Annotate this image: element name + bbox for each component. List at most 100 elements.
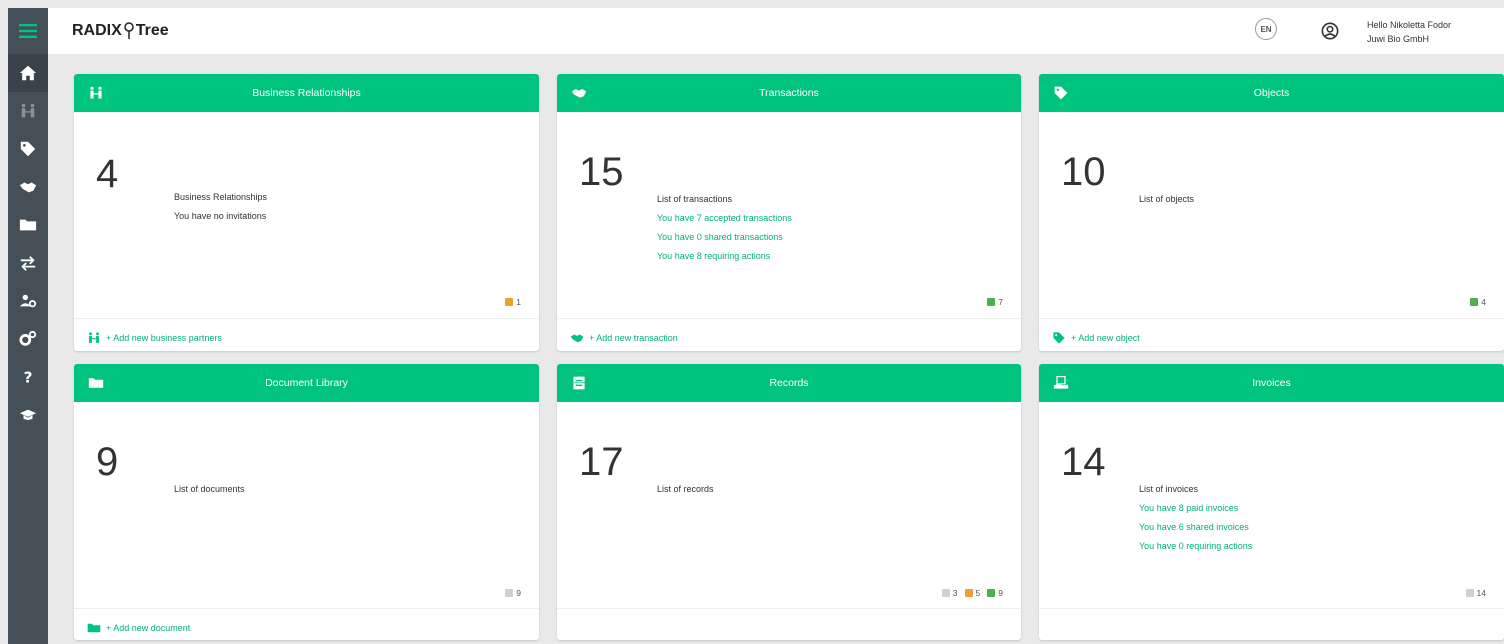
card-invoices: Invoices 14 List of invoices You have 8 … [1039,364,1504,640]
status-legend: 7 [987,297,1007,307]
card-info: List of invoices You have 8 paid invoice… [1139,480,1252,556]
folder-icon [19,219,37,231]
card-header[interactable]: Transactions [557,74,1021,112]
legend-swatch-green [1470,298,1479,306]
users-settings-icon [19,294,37,308]
invoice-hand-icon [1053,376,1069,389]
user-account-icon[interactable] [1321,22,1339,40]
card-title: Transactions [759,87,819,99]
info-line: List of objects [1139,194,1195,204]
footer-label: + Add new transaction [589,332,678,343]
legend-swatch-grey [1465,589,1474,597]
card-document-library: Document Library 9 List of documents 9 +… [74,364,539,640]
nav-settings[interactable] [8,320,48,358]
exchange-icon [20,256,36,271]
info-line: List of documents [174,484,245,494]
card-header[interactable]: Records [557,364,1021,402]
card-info: List of documents [174,480,245,499]
nav-exchange[interactable] [8,244,48,282]
status-legend: 9 [505,588,525,598]
count-value: 9 [96,440,119,484]
card-header[interactable]: Invoices [1039,364,1504,402]
legend-swatch-green [987,589,996,597]
status-legend: 14 [1465,588,1490,598]
logo-text-left: RADIX [72,22,122,39]
card-header[interactable]: Document Library [74,364,539,402]
count-value: 10 [1061,150,1106,194]
user-info[interactable]: Hello Nikoletta Fodor Juwi Bio GmbH [1367,18,1451,46]
pin-icon [124,22,134,39]
legend-value: 7 [998,297,1003,307]
card-title: Invoices [1252,377,1291,389]
paid-invoices-link[interactable]: You have 8 paid invoices [1139,499,1252,518]
legend-swatch-grey [505,589,514,597]
nav-transactions[interactable] [8,168,48,206]
footer-label: + Add new document [106,622,191,633]
card-title: Business Relationships [252,87,361,99]
business-relationships-icon [89,331,99,343]
app-logo[interactable]: RADIX Tree [72,22,169,40]
legend-swatch-orange [964,589,973,597]
handshake-icon [571,89,587,98]
card-records: Records 17 List of records 3 5 9 [557,364,1021,640]
count-value: 14 [1061,440,1106,484]
card-title: Objects [1253,87,1290,99]
legend-value: 3 [952,588,958,598]
add-object-link[interactable]: + Add new object [1039,318,1504,351]
card-header[interactable]: Business Relationships [74,74,539,112]
handshake-icon [19,182,37,193]
tags-icon [1053,331,1065,344]
nav-home[interactable] [8,54,48,92]
nav-help[interactable]: ? [8,358,48,396]
legend-swatch-grey [941,589,950,597]
card-footer-empty [557,608,1021,640]
add-business-partner-link[interactable]: + Add new business partners [74,318,539,351]
footer-label: + Add new business partners [106,332,222,343]
shared-invoices-link[interactable]: You have 6 shared invoices [1139,518,1252,537]
card-info: Business Relationships You have no invit… [174,188,267,226]
card-title: Document Library [265,377,348,389]
business-relationships-icon [90,86,102,99]
requiring-actions-link[interactable]: You have 8 requiring actions [657,247,792,266]
hamburger-icon[interactable] [19,24,37,38]
status-legend: 1 [505,297,525,307]
tags-icon [1054,86,1068,100]
info-line: List of records [657,484,714,494]
add-document-link[interactable]: + Add new document [74,608,539,640]
legend-value: 14 [1476,588,1486,598]
user-company: Juwi Bio GmbH [1367,34,1430,44]
card-title: Records [769,377,809,389]
add-transaction-link[interactable]: + Add new transaction [557,318,1021,351]
legend-value: 5 [975,588,981,598]
nav-objects[interactable] [8,130,48,168]
info-line: List of invoices [1139,484,1199,494]
info-line: You have no invitations [174,211,267,221]
card-header[interactable]: Objects [1039,74,1504,112]
menu-toggle[interactable] [8,8,48,54]
shared-transactions-link[interactable]: You have 0 shared transactions [657,228,792,247]
accepted-transactions-link[interactable]: You have 7 accepted transactions [657,209,792,228]
card-objects: Objects 10 List of objects 4 + Add new o… [1039,74,1504,351]
graduation-cap-icon [19,409,37,420]
folder-icon [88,378,104,388]
legend-swatch-orange [505,298,514,306]
nav-documents[interactable] [8,206,48,244]
status-legend: 4 [1470,297,1490,307]
card-info: List of objects [1139,190,1194,209]
info-line: List of transactions [657,194,733,204]
nav-academy[interactable] [8,396,48,434]
language-switcher[interactable]: EN [1255,18,1277,40]
handshake-icon [570,334,584,342]
card-info: List of transactions You have 7 accepted… [657,190,792,266]
nav-business-relationships[interactable] [8,92,48,130]
nav-users[interactable] [8,282,48,320]
home-icon [19,65,37,81]
card-business-relationships: Business Relationships 4 Business Relati… [74,74,539,351]
cogs-icon [19,330,37,346]
info-line: Business Relationships [174,192,268,202]
requiring-actions-link[interactable]: You have 0 requiring actions [1139,537,1252,556]
count-value: 17 [579,440,624,484]
legend-value: 1 [516,297,521,307]
svg-text:?: ? [24,368,33,386]
card-info: List of records [657,480,714,499]
